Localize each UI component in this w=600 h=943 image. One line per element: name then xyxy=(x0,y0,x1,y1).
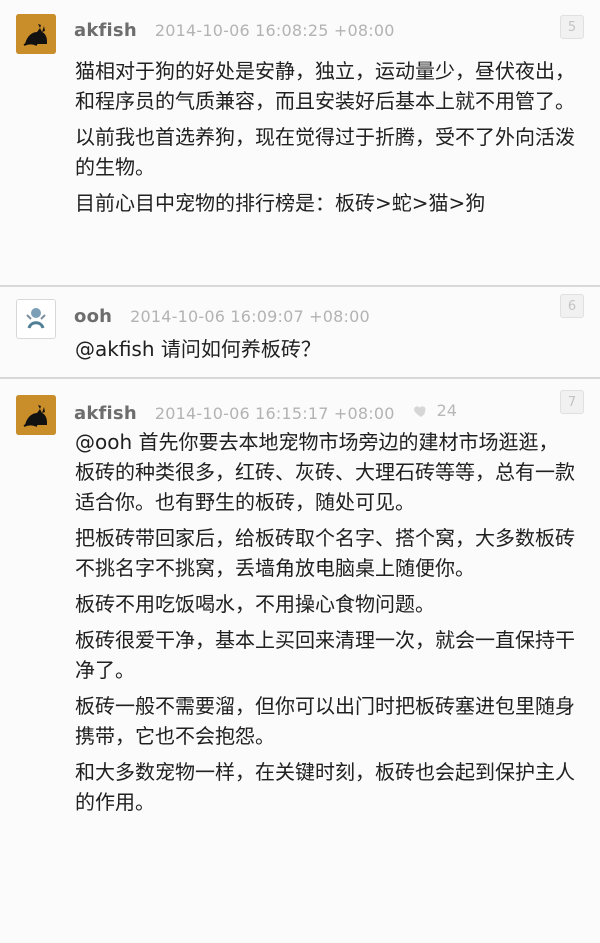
username-link[interactable]: ooh xyxy=(74,306,112,327)
post-timestamp: 2014-10-06 16:08:25 +08:00 xyxy=(154,21,395,40)
username-link[interactable]: akfish xyxy=(74,20,137,41)
floor-badge: 5 xyxy=(560,15,584,39)
post-paragraph: 和大多数宠物一样，在关键时刻，板砖也会起到保护主人的作用。 xyxy=(75,760,575,814)
post-content: @ooh 首先你要去本地宠物市场旁边的建材市场逛逛，板砖的种类很多，红砖、灰砖、… xyxy=(75,427,575,823)
post-paragraph: 板砖很爱干净，基本上买回来清理一次，就会一直保持干净了。 xyxy=(75,628,575,682)
post-meta: akfish 2014-10-06 16:08:25 +08:00 xyxy=(74,20,395,52)
post-paragraph: 板砖一般不需要溜，但你可以出门时把板砖塞进包里随身携带，它也不会抱怨。 xyxy=(75,694,575,748)
likes-value: 24 xyxy=(436,401,457,420)
ooh-avatar-icon xyxy=(17,300,55,338)
post-content: 猫相对于狗的好处是安静，独立，运动量少，昼伏夜出，和程序员的气质兼容，而且安装好… xyxy=(75,56,575,224)
post-paragraph: 板砖不用吃饭喝水，不用操心食物问题。 xyxy=(75,592,435,616)
post-paragraph: 以前我也首选养狗，现在觉得过于折腾，受不了外向活泼的生物。 xyxy=(75,125,575,179)
user-avatar[interactable] xyxy=(16,299,56,339)
post-paragraph: 把板砖带回家后，给板砖取个名字、搭个窝，大多数板砖不挑名字不挑窝，丢墙角放电脑桌… xyxy=(75,526,575,580)
user-avatar[interactable] xyxy=(16,395,56,435)
cat-avatar-icon xyxy=(16,395,56,435)
heart-icon xyxy=(413,405,426,417)
username-link[interactable]: akfish xyxy=(74,403,137,424)
user-avatar[interactable] xyxy=(16,14,56,54)
post-paragraph: 目前心目中宠物的排行榜是：板砖>蛇>猫>狗 xyxy=(75,191,486,215)
reply-thread: akfish 2014-10-06 16:08:25 +08:00 5 猫相对于… xyxy=(0,0,600,943)
reply-item: akfish 2014-10-06 16:08:25 +08:00 5 猫相对于… xyxy=(0,0,600,286)
floor-badge: 7 xyxy=(560,390,584,414)
post-timestamp: 2014-10-06 16:09:07 +08:00 xyxy=(130,307,370,326)
post-content: @akfish 请问如何养板砖？ xyxy=(75,334,575,370)
likes-count[interactable]: 24 xyxy=(413,401,457,420)
post-paragraph: @ooh 首先你要去本地宠物市场旁边的建材市场逛逛，板砖的种类很多，红砖、灰砖、… xyxy=(75,430,575,514)
post-paragraph: 猫相对于狗的好处是安静，独立，运动量少，昼伏夜出，和程序员的气质兼容，而且安装好… xyxy=(75,59,575,113)
reply-item: ooh 2014-10-06 16:09:07 +08:00 6 @akfish… xyxy=(0,286,600,378)
reply-item: akfish 2014-10-06 16:15:17 +08:00 24 7 @… xyxy=(0,378,600,943)
floor-badge: 6 xyxy=(560,294,584,318)
post-paragraph: @akfish 请问如何养板砖？ xyxy=(75,337,321,361)
post-timestamp: 2014-10-06 16:15:17 +08:00 xyxy=(154,403,395,423)
cat-avatar-icon xyxy=(16,14,56,54)
